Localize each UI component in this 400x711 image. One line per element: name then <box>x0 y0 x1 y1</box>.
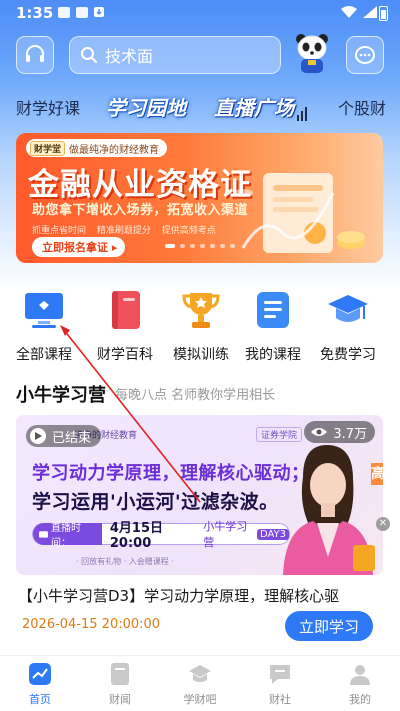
quick-label: 全部课程 <box>16 347 72 363</box>
pagination-dot[interactable] <box>230 244 235 248</box>
headset-icon <box>26 45 44 62</box>
live-bars-icon <box>297 102 309 121</box>
live-tag: 直播时间： <box>33 523 102 549</box>
nav-community[interactable]: 财社 <box>250 662 310 707</box>
quick-label: 财学百科 <box>97 347 153 363</box>
grad-cap-icon <box>189 665 211 682</box>
nav-label: 财闻 <box>109 693 131 706</box>
search-placeholder: 技术面 <box>105 47 154 66</box>
user-icon <box>350 665 370 685</box>
quick-my-courses[interactable]: 我的课程 <box>233 288 313 364</box>
banner-point: 抓重点省时间 <box>32 226 87 236</box>
a-notification-icon <box>76 7 88 18</box>
banner-point: 精准刷题提分 <box>96 226 151 236</box>
banner-brand-tag: 财学堂 <box>30 140 66 156</box>
status-time: 1:35 <box>16 4 54 22</box>
cell-signal-icon <box>363 6 377 18</box>
nav-label: 财社 <box>269 693 291 706</box>
wifi-icon <box>341 6 357 18</box>
download-notification-icon <box>94 7 104 17</box>
live-time: 4月15日 20:00 <box>109 521 164 551</box>
monitor-icon <box>25 293 63 328</box>
messages-button[interactable] <box>346 36 384 74</box>
course-title[interactable]: 【小牛学习营D3】学习动力学原理，理解核心驱 <box>18 585 383 606</box>
graduation-cap-icon <box>328 295 368 322</box>
highlight-badge: 高亮 <box>371 463 383 485</box>
status-bar: 1:35 <box>0 0 400 26</box>
quick-all-courses[interactable]: 全部课程 <box>4 288 84 364</box>
banner-point: 提供高频考点 <box>161 226 216 236</box>
tab-study-garden[interactable]: 学习园地 <box>102 92 190 122</box>
status-badge: 已结束 <box>26 425 102 447</box>
book-icon <box>112 291 140 329</box>
nav-label: 我的 <box>349 693 371 706</box>
pagination-dot[interactable] <box>190 244 195 248</box>
search-icon <box>81 47 97 63</box>
thumb-line-2: 学习运用'小运河'过滤杂波。 <box>32 491 279 513</box>
customer-service-button[interactable] <box>16 36 54 74</box>
section-subtitle: 每晚八点 名师教你学用相长 <box>115 388 276 403</box>
document-icon <box>257 292 289 328</box>
banner-pagination <box>0 244 400 248</box>
thumb-footer: · 回放有礼物 · 入会赠课程 · <box>76 557 174 566</box>
home-chart-icon <box>29 663 51 685</box>
banner-points: 抓重点省时间 精准刷题提分 提供高频考点 <box>32 223 224 236</box>
news-icon <box>111 663 129 685</box>
nav-profile[interactable]: 我的 <box>330 662 390 707</box>
nav-label: 首页 <box>29 693 51 706</box>
live-time-bar: 直播时间： 4月15日 20:00 小牛学习营 DAY3 <box>32 520 290 551</box>
tab-stock-finance[interactable]: 个股财 <box>338 95 386 119</box>
tab-caixue-haoke[interactable]: 财学好课 <box>16 95 80 119</box>
quick-mock-training[interactable]: 模拟训练 <box>161 288 241 364</box>
live-brand: 小牛学习营 <box>203 520 248 549</box>
nav-home[interactable]: 首页 <box>10 662 70 707</box>
trophy-icon <box>182 293 220 328</box>
gallery-notification-icon <box>58 7 70 18</box>
course-date: 2026-04-15 20:00:00 <box>22 617 161 632</box>
nav-label: 学财吧 <box>183 693 217 706</box>
study-now-button[interactable]: 立即学习 <box>285 611 373 641</box>
quick-free-learning[interactable]: 免费学习 <box>308 288 388 364</box>
tab-live-square[interactable]: 直播广场 <box>214 92 294 121</box>
play-icon <box>30 428 46 444</box>
pagination-dot[interactable] <box>200 244 205 248</box>
pagination-dot[interactable] <box>210 244 215 248</box>
category-tabs: 财学好课 学习园地 直播广场 个股财 <box>0 93 400 123</box>
close-icon[interactable]: ✕ <box>376 517 390 531</box>
quick-finance-wiki[interactable]: 财学百科 <box>85 288 165 364</box>
panda-mascot-icon[interactable] <box>293 32 331 76</box>
battery-icon <box>379 6 388 21</box>
nav-news[interactable]: 财闻 <box>90 662 150 707</box>
chat-bubble-icon <box>355 46 375 64</box>
quick-icon-grid: 全部课程 财学百科 模拟训练 我的课程 免费学习 <box>0 288 400 368</box>
tv-icon <box>39 531 48 538</box>
chat-icon <box>270 665 290 684</box>
course-thumbnail[interactable]: 纯净的财经教育 证券学院 已结束 3.7万 学习动力学原理，理解核心驱动； 学习… <box>16 415 383 575</box>
thumb-line-1: 学习动力学原理，理解核心驱动； <box>32 463 310 484</box>
banner-brand: 财学堂 做最纯净的财经教育 <box>26 139 168 157</box>
nav-study-bar[interactable]: 学财吧 <box>170 662 230 707</box>
bottom-navigation: 首页 财闻 学财吧 财社 我的 <box>0 655 400 711</box>
quick-label: 模拟训练 <box>173 347 229 363</box>
quick-label: 免费学习 <box>320 347 376 363</box>
section-title: 小牛学习营 <box>16 385 106 406</box>
search-input[interactable]: 技术面 <box>69 36 281 74</box>
pagination-dot[interactable] <box>220 244 225 248</box>
banner-headline: 金融从业资格证 <box>28 167 252 203</box>
live-tag-text: 直播时间： <box>50 523 81 549</box>
pagination-dot[interactable] <box>165 244 175 248</box>
pagination-dot[interactable] <box>180 244 185 248</box>
banner-brand-slogan: 做最纯净的财经教育 <box>69 144 160 156</box>
status-text: 已结束 <box>52 430 92 446</box>
course-card[interactable]: 纯净的财经教育 证券学院 已结束 3.7万 学习动力学原理，理解核心驱动； 学习… <box>16 415 390 647</box>
presenter-portrait <box>283 445 375 575</box>
banner-subheadline: 助您拿下增收入场券，拓宽收入渠道 <box>32 203 249 218</box>
quick-label: 我的课程 <box>245 347 301 363</box>
